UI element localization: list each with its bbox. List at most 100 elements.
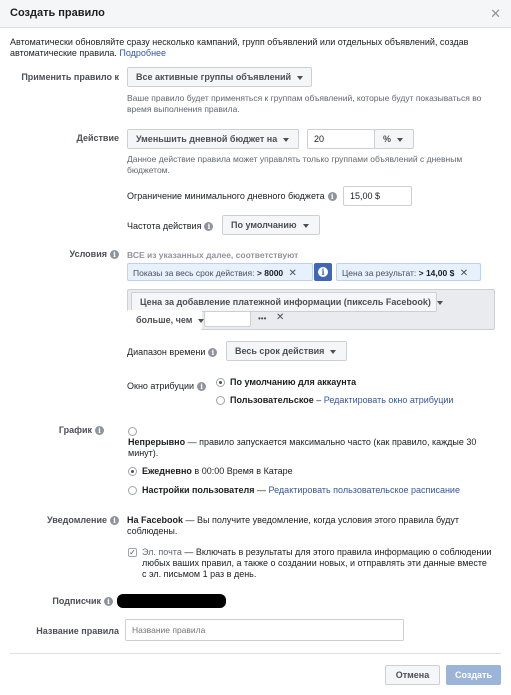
chevron-down-icon <box>436 300 443 305</box>
operator-dropdown[interactable]: больше, чем <box>127 310 205 330</box>
frequency-text: Частота действия <box>127 221 202 231</box>
apply-value: Все активные группы объявлений <box>136 72 292 82</box>
notification-facebook-row: На Facebook — Вы получите уведомление, к… <box>127 515 477 537</box>
condition-chip-cost-per-result[interactable]: Цена за результат: > 14,00 $ ✕ <box>336 263 481 281</box>
create-rule-dialog: Создать правило ✕ Автоматически обновляй… <box>0 0 511 695</box>
min-budget-input[interactable]: 15,00 $ <box>343 186 412 206</box>
help-icon[interactable]: i <box>110 250 119 260</box>
attribution-text: Окно атрибуции <box>127 381 195 391</box>
chip-value: 8000 <box>264 268 284 278</box>
min-budget-text: Ограничение минимального дневного бюджет… <box>127 191 325 201</box>
operator-value: больше, чем <box>136 315 193 325</box>
metric-value: Цена за добавление платежной информации … <box>140 297 431 307</box>
schedule-custom-title: Настройки пользователя <box>142 485 255 495</box>
help-icon[interactable]: i <box>327 192 337 202</box>
frequency-dropdown[interactable]: По умолчанию <box>222 215 320 235</box>
intro-description: Автоматически обновляйте сразу несколько… <box>10 37 469 58</box>
schedule-daily-desc: в 00:00 Время в Катаре <box>191 466 293 476</box>
chevron-down-icon <box>397 137 404 142</box>
chevron-down-icon <box>283 137 290 142</box>
action-hint: Данное действие правила может управлять … <box>127 154 463 175</box>
time-range-text: Диапазон времени <box>127 347 206 357</box>
help-icon[interactable]: i <box>95 426 104 436</box>
apply-dropdown[interactable]: Все активные группы объявлений <box>127 67 312 87</box>
dialog-header: Создать правило ✕ <box>0 0 511 28</box>
subscriber-redacted <box>117 594 226 608</box>
subscriber-text: Подписчик <box>52 596 101 606</box>
chevron-down-icon <box>297 75 304 80</box>
help-icon[interactable]: i <box>208 348 218 358</box>
schedule-continuous-title: Непрерывно <box>128 437 186 447</box>
schedule-custom-sep: — <box>254 485 269 495</box>
cancel-button[interactable]: Отмена <box>385 665 440 685</box>
min-budget-label: Ограничение минимального дневного бюджет… <box>127 191 337 202</box>
edit-custom-schedule-link[interactable]: Редактировать пользовательское расписани… <box>269 485 460 495</box>
schedule-continuous-radio[interactable] <box>128 427 137 436</box>
chip-operator: > <box>256 268 262 278</box>
close-icon[interactable]: ✕ <box>490 6 501 22</box>
more-options-icon[interactable]: ••• <box>258 313 266 324</box>
action-amount-input[interactable]: 20 <box>307 129 375 149</box>
remove-condition-icon[interactable]: ✕ <box>460 268 468 279</box>
create-button[interactable]: Создать <box>446 665 501 685</box>
action-unit-dropdown[interactable]: % <box>374 129 414 149</box>
schedule-daily-radio[interactable] <box>128 467 137 476</box>
notification-email-row: Эл. почта — Включать в результаты для эт… <box>142 547 492 580</box>
attribution-custom-row: Пользовательское – Редактировать окно ат… <box>230 395 454 405</box>
schedule-custom-radio[interactable] <box>128 486 137 495</box>
frequency-value: По умолчанию <box>231 220 297 230</box>
notification-facebook-title: На Facebook <box>127 515 184 525</box>
help-icon[interactable]: i <box>104 597 113 607</box>
action-dropdown[interactable]: Уменьшить дневной бюджет на <box>127 129 299 149</box>
schedule-custom-row: Настройки пользователя — Редактировать п… <box>142 485 460 496</box>
info-icon[interactable]: i <box>314 263 332 281</box>
time-range-label: Диапазон времени i <box>127 347 218 358</box>
email-checkbox[interactable]: ✓ <box>128 548 137 557</box>
apply-label: Применить правило к <box>21 72 119 82</box>
notification-text: Уведомление <box>46 515 107 525</box>
attribution-default-label: По умолчанию для аккаунта <box>230 377 357 387</box>
schedule-text: График <box>58 425 92 435</box>
action-unit: % <box>383 134 392 144</box>
dialog-title: Создать правило <box>10 7 105 19</box>
help-icon[interactable]: i <box>197 382 207 392</box>
remove-condition-icon[interactable]: ✕ <box>276 312 284 323</box>
subscriber-label: Подписчик i <box>3 596 113 607</box>
schedule-daily-title: Ежедневно <box>142 466 192 476</box>
frequency-label: Частота действия i <box>127 221 214 232</box>
metric-dropdown[interactable]: Цена за добавление платежной информации … <box>131 292 443 312</box>
remove-condition-icon[interactable]: ✕ <box>289 268 297 279</box>
notification-email-title: Эл. почта <box>142 547 182 557</box>
help-icon[interactable]: i <box>204 222 214 232</box>
conditions-label: Условия i <box>9 249 119 260</box>
time-range-dropdown[interactable]: Весь срок действия <box>226 341 347 361</box>
learn-more-link[interactable]: Подробнее <box>119 48 166 58</box>
chip-label: Цена за результат: <box>342 268 417 278</box>
edit-attribution-link[interactable]: Редактировать окно атрибуции <box>324 395 454 405</box>
conditions-match-text: ВСЕ из указанных далее, соответствуют <box>127 250 299 260</box>
attribution-custom-radio[interactable] <box>216 396 225 405</box>
attribution-label: Окно атрибуции i <box>127 381 207 392</box>
rule-name-input[interactable] <box>125 619 404 641</box>
chevron-down-icon <box>302 223 309 228</box>
intro-text: Автоматически обновляйте сразу несколько… <box>10 37 480 59</box>
attribution-custom-label: Пользовательское <box>230 395 314 405</box>
schedule-continuous-row: Непрерывно — правило запускается максима… <box>128 437 484 459</box>
conditions-text: Условия <box>69 249 107 259</box>
condition-chip-impressions[interactable]: Показы за весь срок действия: > 8000 ✕ <box>127 263 313 281</box>
condition-value-input[interactable] <box>204 311 251 327</box>
schedule-daily-row: Ежедневно в 00:00 Время в Катаре <box>142 466 293 477</box>
footer-divider <box>10 653 501 654</box>
chip-operator: > <box>418 268 424 278</box>
time-range-value: Весь срок действия <box>235 346 325 356</box>
schedule-label: График i <box>0 425 104 436</box>
chevron-down-icon <box>330 349 337 354</box>
chip-label: Показы за весь срок действия: <box>133 268 255 278</box>
help-icon[interactable]: i <box>110 516 119 526</box>
action-label: Действие <box>76 133 119 143</box>
chip-value: 14,00 $ <box>425 268 455 278</box>
notification-label: Уведомление i <box>9 515 119 526</box>
apply-hint: Ваше правило будет применяться к группам… <box>127 93 482 114</box>
rule-name-label: Название правила <box>36 626 119 636</box>
attribution-default-radio[interactable] <box>216 378 225 387</box>
